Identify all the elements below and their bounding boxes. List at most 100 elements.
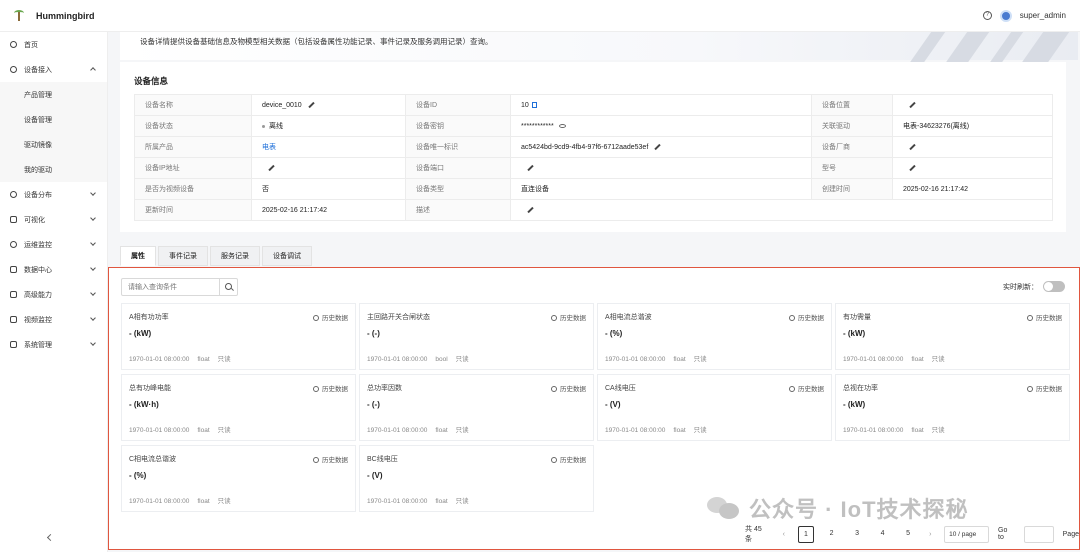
page-button[interactable]: 5 (900, 526, 917, 543)
prev-page-icon[interactable]: ‹ (779, 531, 789, 538)
product-link[interactable]: 电表 (262, 144, 276, 151)
desktop-icon (10, 341, 17, 348)
property-card: A相电流总谐波 历史数据 - (%) 1970-01-01 08:00:00 float… (597, 303, 832, 370)
property-name: 有功需量 (843, 314, 871, 321)
watermark: 公众号 · IoT技术探秘 (707, 492, 969, 524)
property-type: float (673, 356, 686, 363)
history-data-link[interactable]: 历史数据 (551, 383, 586, 393)
sidebar-item-label: 高级能力 (24, 291, 52, 299)
history-data-link[interactable]: 历史数据 (313, 383, 348, 393)
chevron-down-icon (90, 340, 96, 346)
goto-page-input[interactable] (1023, 525, 1054, 543)
property-meta: 1970-01-01 08:00:00 float 只读 (605, 353, 715, 363)
tab-services[interactable]: 服务记录 (210, 246, 260, 266)
property-type: float (197, 356, 210, 363)
history-data-link[interactable]: 历史数据 (1027, 312, 1062, 322)
detail-tabs: 属性 事件记录 服务记录 设备调试 (120, 246, 314, 266)
tab-events[interactable]: 事件记录 (158, 246, 208, 266)
clock-icon (313, 315, 319, 322)
app-logo[interactable]: Hummingbird (0, 9, 108, 22)
edit-icon[interactable] (654, 143, 661, 150)
info-value-vendor (892, 136, 1053, 158)
property-meta: 1970-01-01 08:00:00 float 只读 (129, 424, 239, 434)
sidebar-item-ops-monitoring[interactable]: 运维监控 (0, 232, 107, 257)
tab-properties[interactable]: 属性 (120, 246, 156, 266)
user-name[interactable]: super_admin (1020, 11, 1066, 20)
sidebar-item-driver-images[interactable]: 驱动镜像 (0, 132, 107, 157)
edit-icon[interactable] (527, 164, 534, 171)
property-type: float (911, 356, 924, 363)
page-button[interactable]: 4 (874, 526, 891, 543)
properties-panel: 实时刷新： A相有功功率历史数据- (kW)1970-01-01 08:00:0… (108, 267, 1080, 550)
property-type: float (911, 427, 924, 434)
history-data-link[interactable]: 历史数据 (789, 383, 824, 393)
sidebar-item-my-drivers[interactable]: 我的驱动 (0, 157, 107, 182)
sidebar-item-home[interactable]: 首页 (0, 32, 107, 57)
search-input[interactable] (122, 279, 218, 295)
property-meta: 1970-01-01 08:00:00 float 只读 (367, 495, 477, 505)
video-icon (10, 316, 17, 323)
property-time: 1970-01-01 08:00:00 (129, 356, 190, 363)
page-size-select[interactable]: 10 / page (944, 525, 989, 543)
sidebar-item-visualization[interactable]: 可视化 (0, 207, 107, 232)
property-grid: A相有功功率 历史数据 - (kW) 1970-01-01 08:00:00 float… (121, 303, 1070, 512)
page-button[interactable]: 2 (823, 526, 840, 543)
property-name: 主回路开关合闸状态 (367, 314, 430, 321)
settings-icon (10, 241, 17, 248)
sidebar-item-advanced[interactable]: 高级能力 (0, 282, 107, 307)
sidebar-item-video-monitoring[interactable]: 视频监控 (0, 307, 107, 332)
edit-icon[interactable] (909, 143, 916, 150)
copy-icon[interactable] (531, 101, 537, 108)
info-value-port (510, 157, 812, 179)
edit-icon[interactable] (308, 101, 315, 108)
property-value: - (%) (605, 329, 623, 338)
info-label: 设备状态 (134, 115, 252, 137)
collapse-sidebar-icon[interactable] (46, 533, 55, 542)
realtime-toggle[interactable] (1043, 281, 1065, 292)
history-data-link[interactable]: 历史数据 (313, 454, 348, 464)
sidebar-item-system-management[interactable]: 系统管理 (0, 332, 107, 357)
history-data-link[interactable]: 历史数据 (313, 312, 348, 322)
tab-debug[interactable]: 设备调试 (262, 246, 312, 266)
property-access: 只读 (931, 356, 945, 363)
search-icon[interactable] (219, 279, 237, 295)
property-access: 只读 (931, 427, 945, 434)
sidebar-item-label: 我的驱动 (24, 166, 52, 174)
sidebar-item-device-management[interactable]: 设备管理 (0, 107, 107, 132)
history-data-link[interactable]: 历史数据 (1027, 383, 1062, 393)
eye-icon[interactable] (558, 123, 566, 128)
clock-icon (551, 457, 557, 464)
property-value: - (kW) (843, 329, 866, 338)
banner-decoration (860, 32, 1070, 62)
info-label: 设备唯一标识 (405, 136, 511, 158)
avatar[interactable] (999, 9, 1012, 22)
property-card: 主回路开关合闸状态 历史数据 - (-) 1970-01-01 08:00:00 boo… (359, 303, 594, 370)
edit-icon[interactable] (268, 164, 275, 171)
sidebar: 首页 设备接入 产品管理 设备管理 驱动镜像 我的驱动 设备分布 可视化 运维监… (0, 32, 108, 552)
history-data-link[interactable]: 历史数据 (551, 454, 586, 464)
property-value: - (kW) (129, 329, 152, 338)
history-data-link[interactable]: 历史数据 (551, 312, 586, 322)
history-data-link[interactable]: 历史数据 (789, 312, 824, 322)
info-label: 设备类型 (405, 178, 511, 200)
sidebar-item-product-management[interactable]: 产品管理 (0, 82, 107, 107)
next-page-icon[interactable]: › (925, 531, 935, 538)
help-icon[interactable]: ? (982, 11, 992, 20)
edit-icon[interactable] (909, 164, 916, 171)
property-meta: 1970-01-01 08:00:00 bool 只读 (367, 353, 477, 363)
database-icon (10, 266, 17, 273)
monitor-icon (10, 216, 17, 223)
property-card: 总功率因数 历史数据 - (-) 1970-01-01 08:00:00 float 只读 (359, 374, 594, 441)
edit-icon[interactable] (527, 206, 534, 213)
page-button[interactable]: 3 (849, 526, 866, 543)
edit-icon[interactable] (909, 101, 916, 108)
submenu-device-access: 产品管理 设备管理 驱动镜像 我的驱动 (0, 82, 107, 182)
total-count: 共 45 条 (745, 526, 762, 543)
sidebar-item-device-distribution[interactable]: 设备分布 (0, 182, 107, 207)
sidebar-item-device-access[interactable]: 设备接入 (0, 57, 107, 82)
page-button[interactable]: 1 (797, 525, 815, 543)
sidebar-item-data-center[interactable]: 数据中心 (0, 257, 107, 282)
info-label: 设备密钥 (405, 115, 511, 137)
section-title: 设备信息 (134, 76, 169, 86)
property-access: 只读 (693, 356, 707, 363)
